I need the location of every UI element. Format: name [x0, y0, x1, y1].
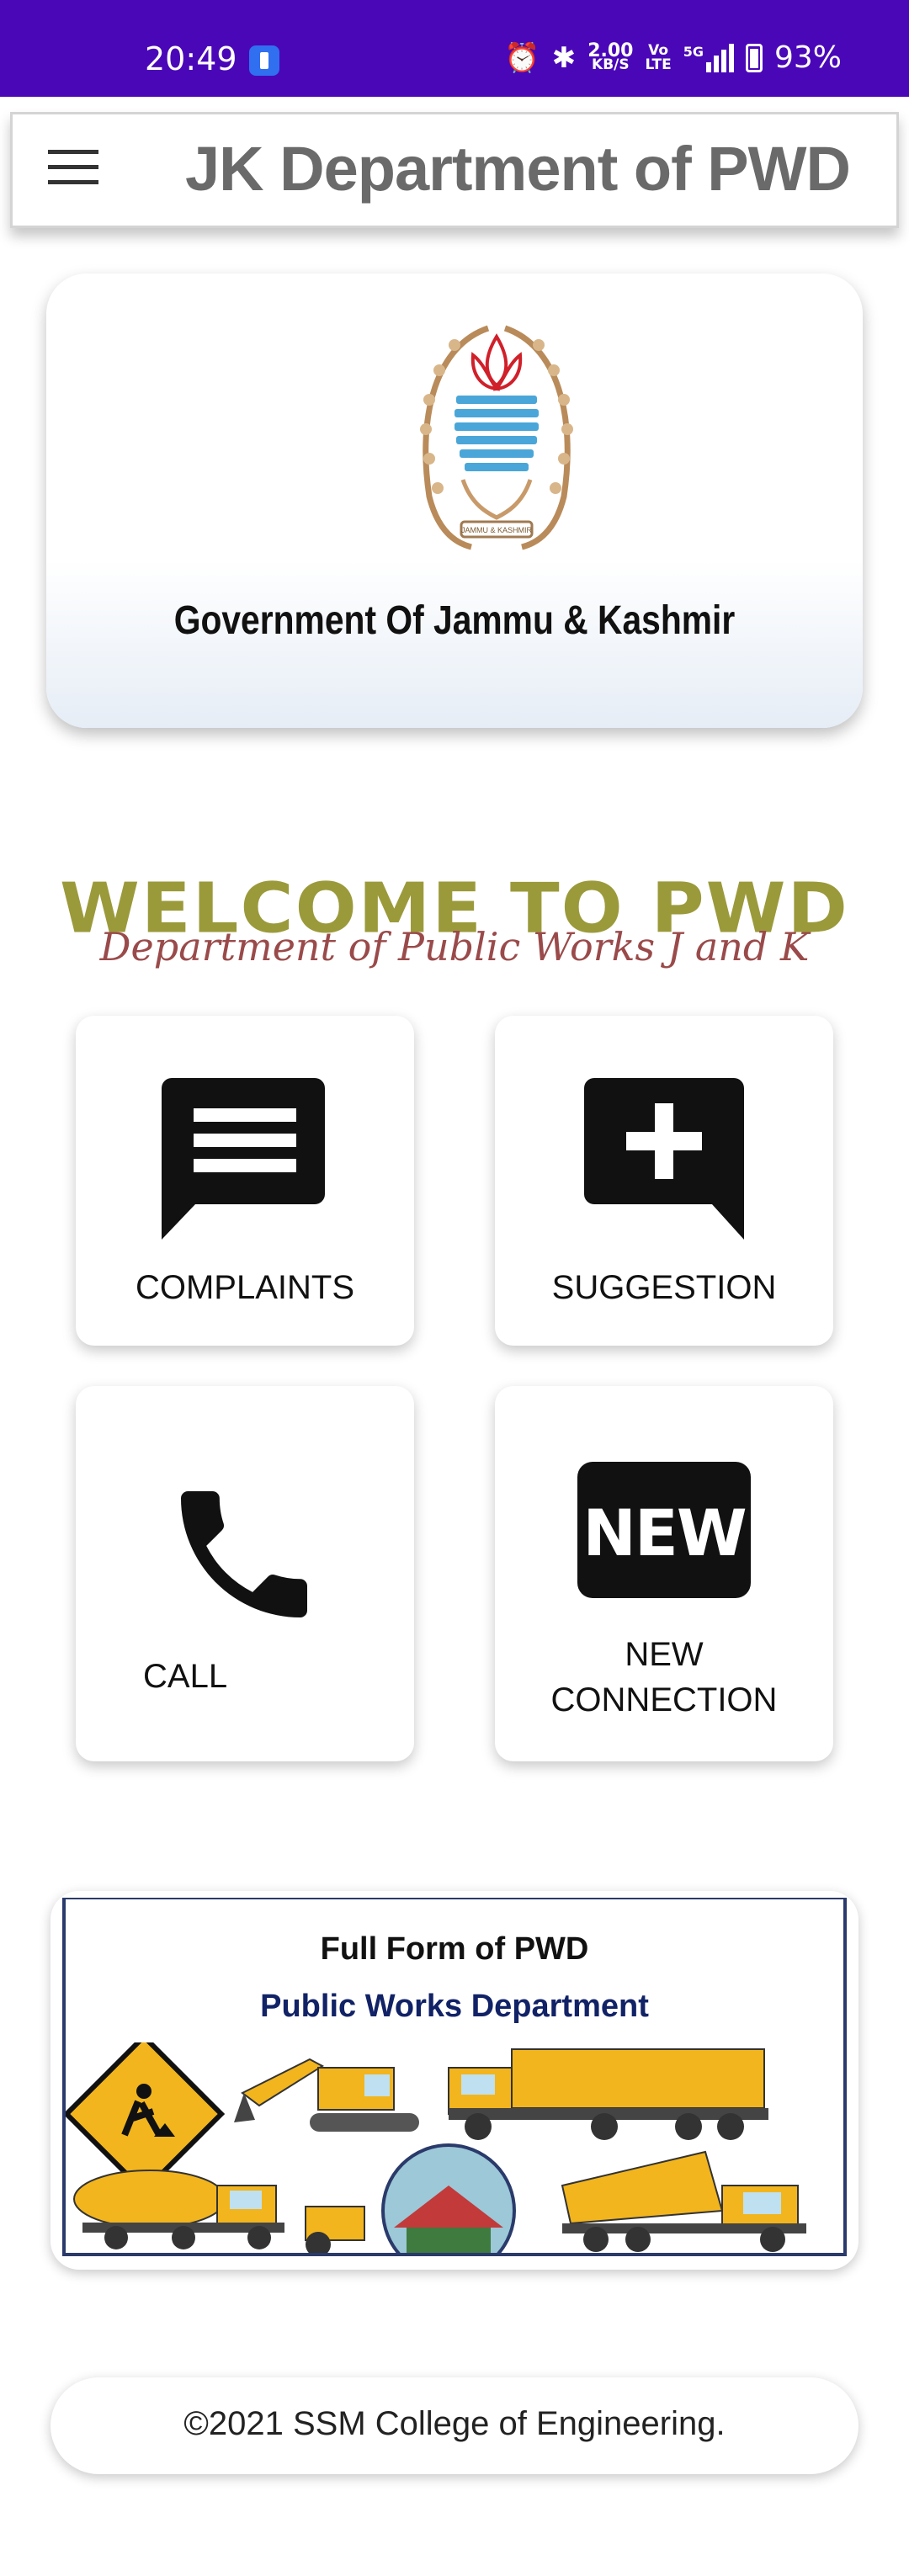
call-button[interactable]: CALL [76, 1386, 414, 1761]
dump-truck-icon [448, 2048, 768, 2140]
phone-icon [181, 1491, 307, 1617]
battery-percent: 93% [773, 40, 842, 75]
alarm-icon: ⏰ [504, 40, 540, 75]
footer-copyright: ©2021 SSM College of Engineering. [183, 2405, 726, 2442]
pwd-full-form-image: Full Form of PWD Public Works Department [50, 1891, 858, 2270]
complaints-button[interactable]: COMPLAINTS [76, 1016, 414, 1346]
building-globe-icon [381, 2143, 516, 2253]
excavator-icon [234, 2058, 419, 2132]
road-work-sign-icon [66, 2042, 226, 2196]
suggestion-label: SUGGESTION [551, 1269, 777, 1306]
signal-icon: 5G [683, 43, 734, 72]
welcome-subtitle: Department of Public Works J and K [99, 924, 810, 969]
government-banner: JAMMU & KASHMIR Government Of Jammu & Ka… [46, 274, 863, 728]
bluetooth-icon: ✱ [551, 40, 577, 75]
tipper-truck-icon [561, 2150, 806, 2252]
construction-equipment-illustration [66, 2042, 806, 2253]
app-bar: JK Department of PWD [10, 112, 899, 228]
svg-text:JAMMU & KASHMIR: JAMMU & KASHMIR [461, 526, 533, 534]
suggestion-button[interactable]: SUGGESTION [495, 1016, 833, 1346]
call-label: CALL [143, 1658, 228, 1695]
complaints-label: COMPLAINTS [135, 1269, 355, 1306]
jk-emblem-icon: JAMMU & KASHMIR [420, 325, 573, 550]
torch-icon [249, 45, 279, 76]
hamburger-menu-icon[interactable] [48, 150, 98, 190]
pwd-image-heading: Full Form of PWD [320, 1931, 589, 1967]
app-title: JK Department of PWD [185, 134, 851, 204]
network-speed: 2.00 KB/S [587, 40, 634, 73]
concrete-mixer-icon [73, 2170, 284, 2249]
comment-add-icon [584, 1078, 744, 1240]
new-badge-icon: NEW [577, 1462, 751, 1598]
status-time: 20:49 [145, 40, 237, 77]
comment-list-icon [162, 1078, 325, 1240]
road-roller-icon [305, 2206, 365, 2253]
status-bar: 20:49 ⏰ ✱ 2.00 KB/S Vo LTE 5G 93% [0, 0, 909, 97]
new-connection-button[interactable]: NEW NEW CONNECTION [495, 1386, 833, 1761]
battery-icon [745, 43, 763, 72]
new-connection-label: NEW CONNECTION [550, 1636, 778, 1718]
status-icons: ⏰ ✱ 2.00 KB/S Vo LTE 5G 93% [504, 40, 842, 75]
volte-indicator: Vo LTE [645, 41, 672, 73]
pwd-image-subheading: Public Works Department [260, 1989, 649, 2024]
banner-caption: Government Of Jammu & Kashmir [173, 598, 736, 643]
footer-card: ©2021 SSM College of Engineering. [50, 2377, 858, 2474]
